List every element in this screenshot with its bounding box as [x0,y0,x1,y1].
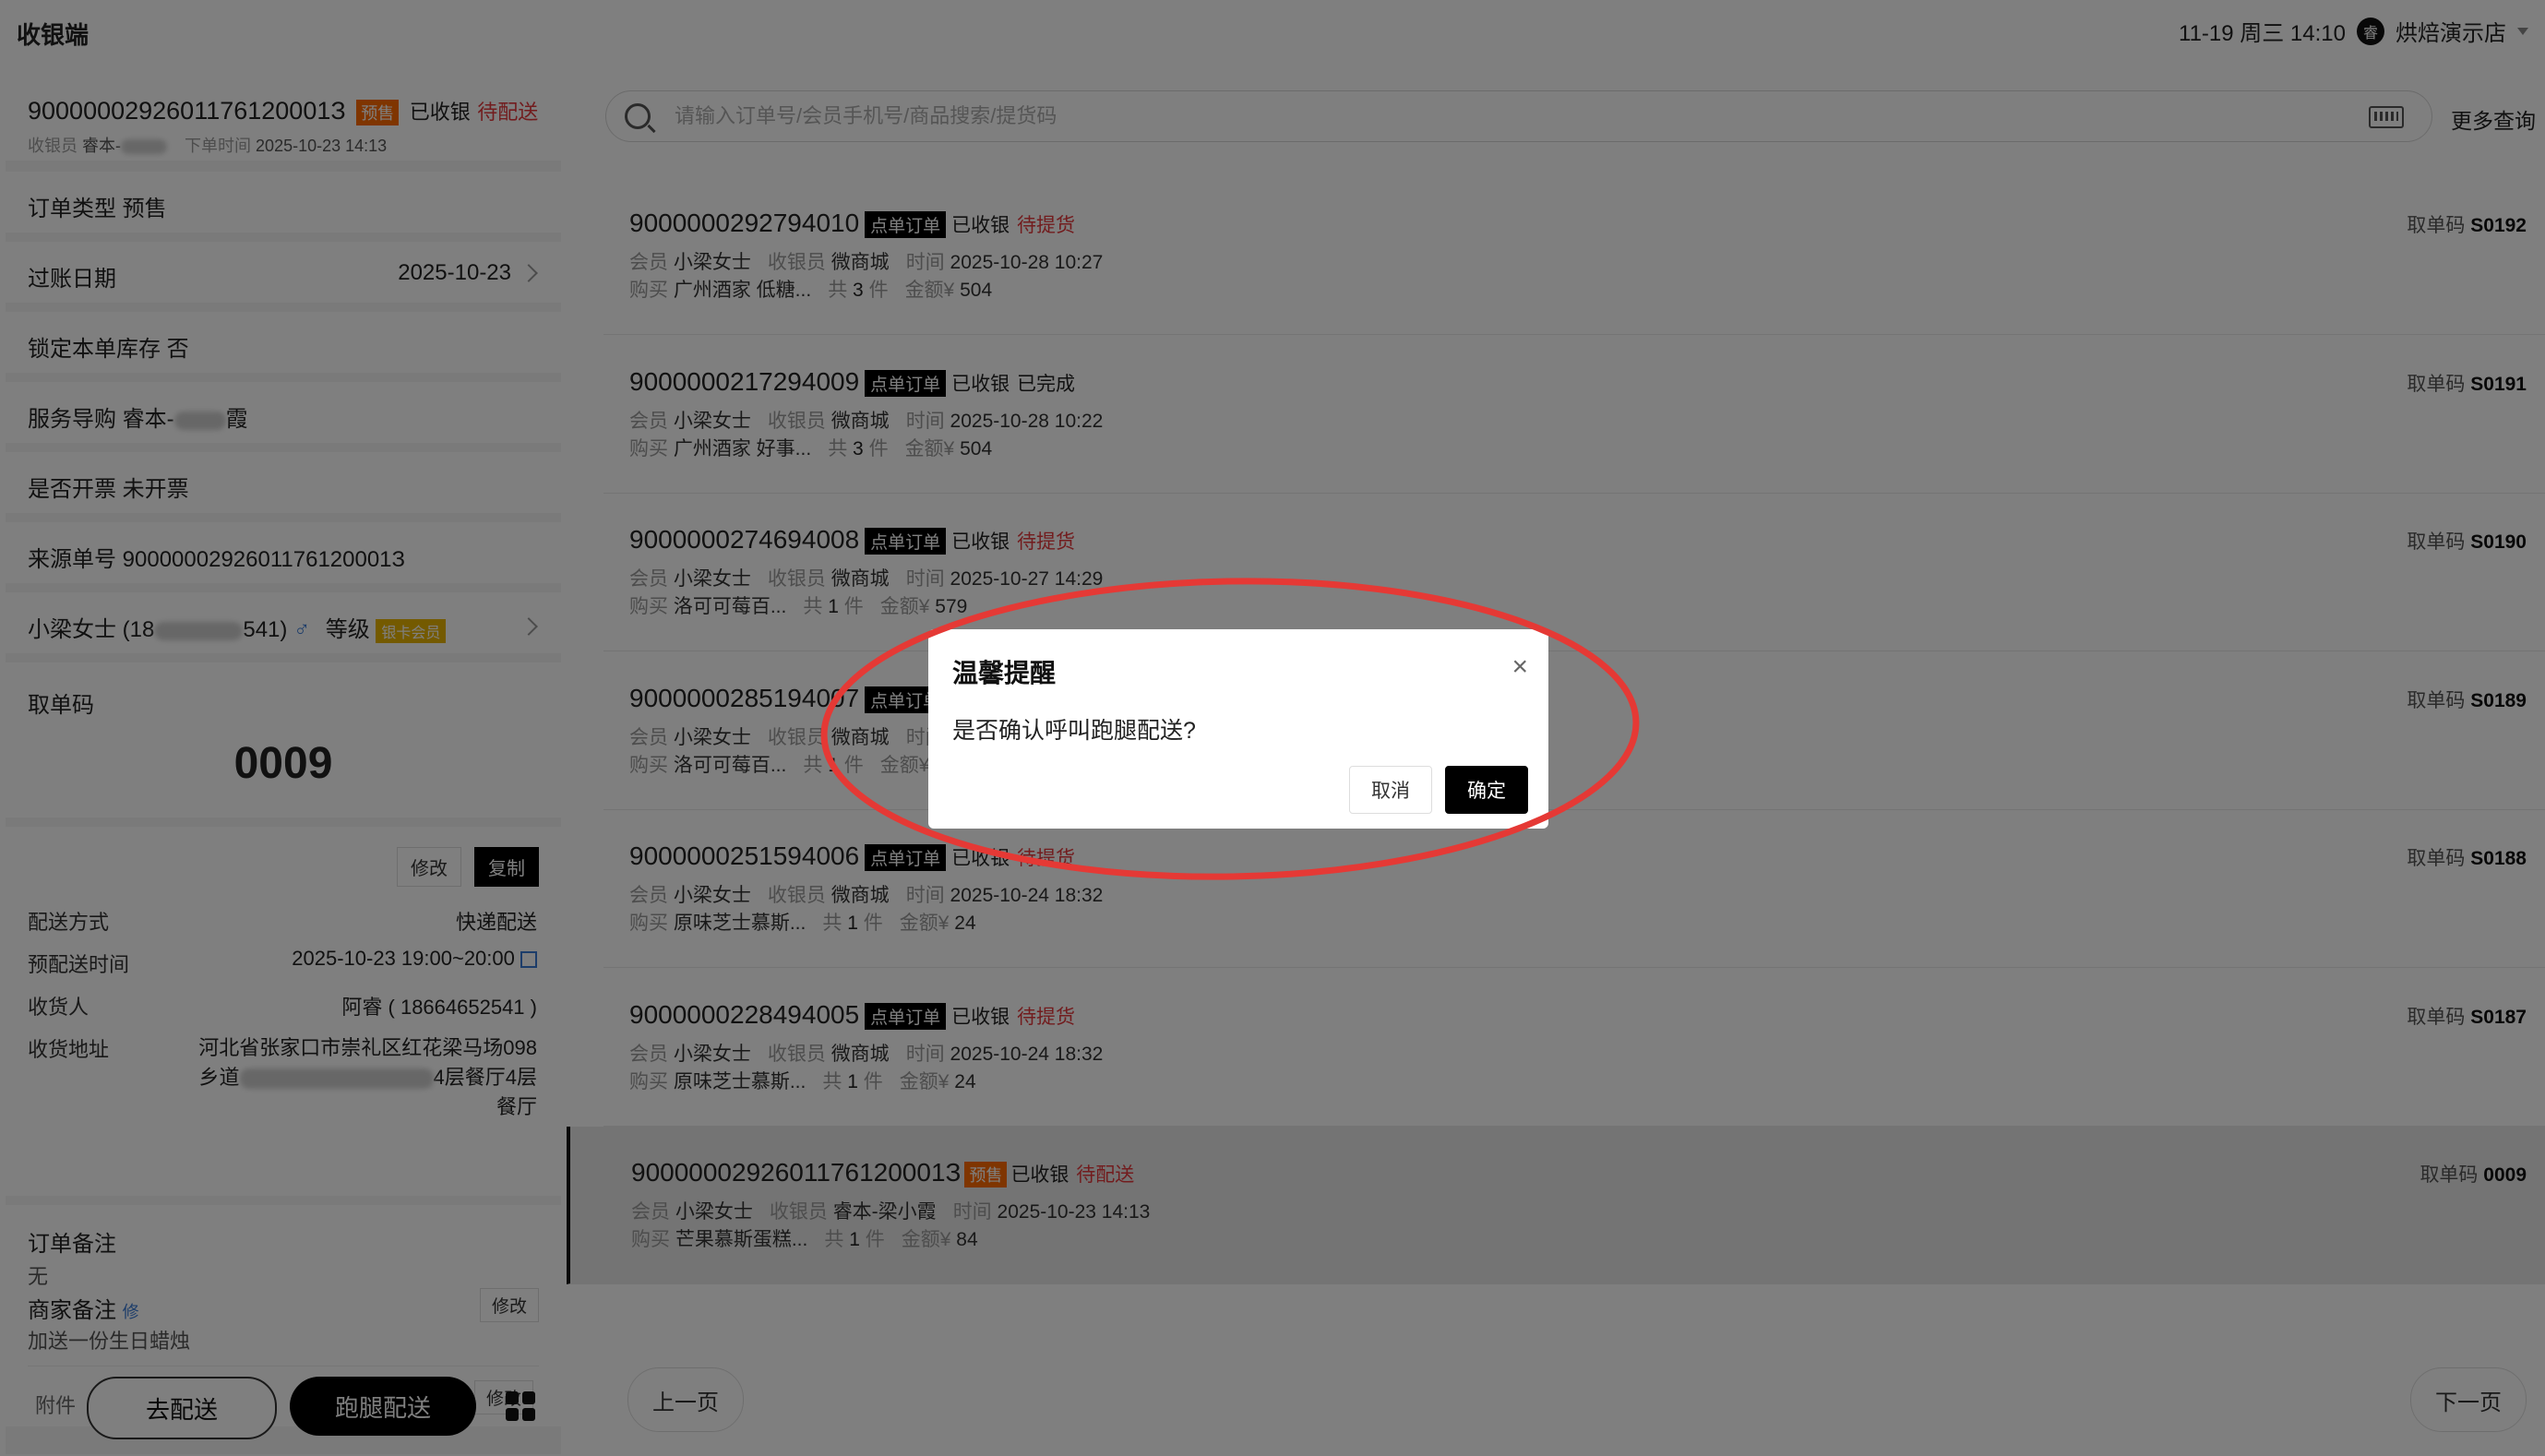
dialog-title: 温馨提醒 [952,659,1057,687]
confirm-dialog: 温馨提醒 × 是否确认呼叫跑腿配送? 取消 确定 [928,629,1548,829]
dialog-message: 是否确认呼叫跑腿配送? [952,718,1196,744]
confirm-button[interactable]: 确定 [1445,766,1528,814]
cancel-button[interactable]: 取消 [1349,766,1432,814]
close-icon[interactable]: × [1511,653,1528,681]
